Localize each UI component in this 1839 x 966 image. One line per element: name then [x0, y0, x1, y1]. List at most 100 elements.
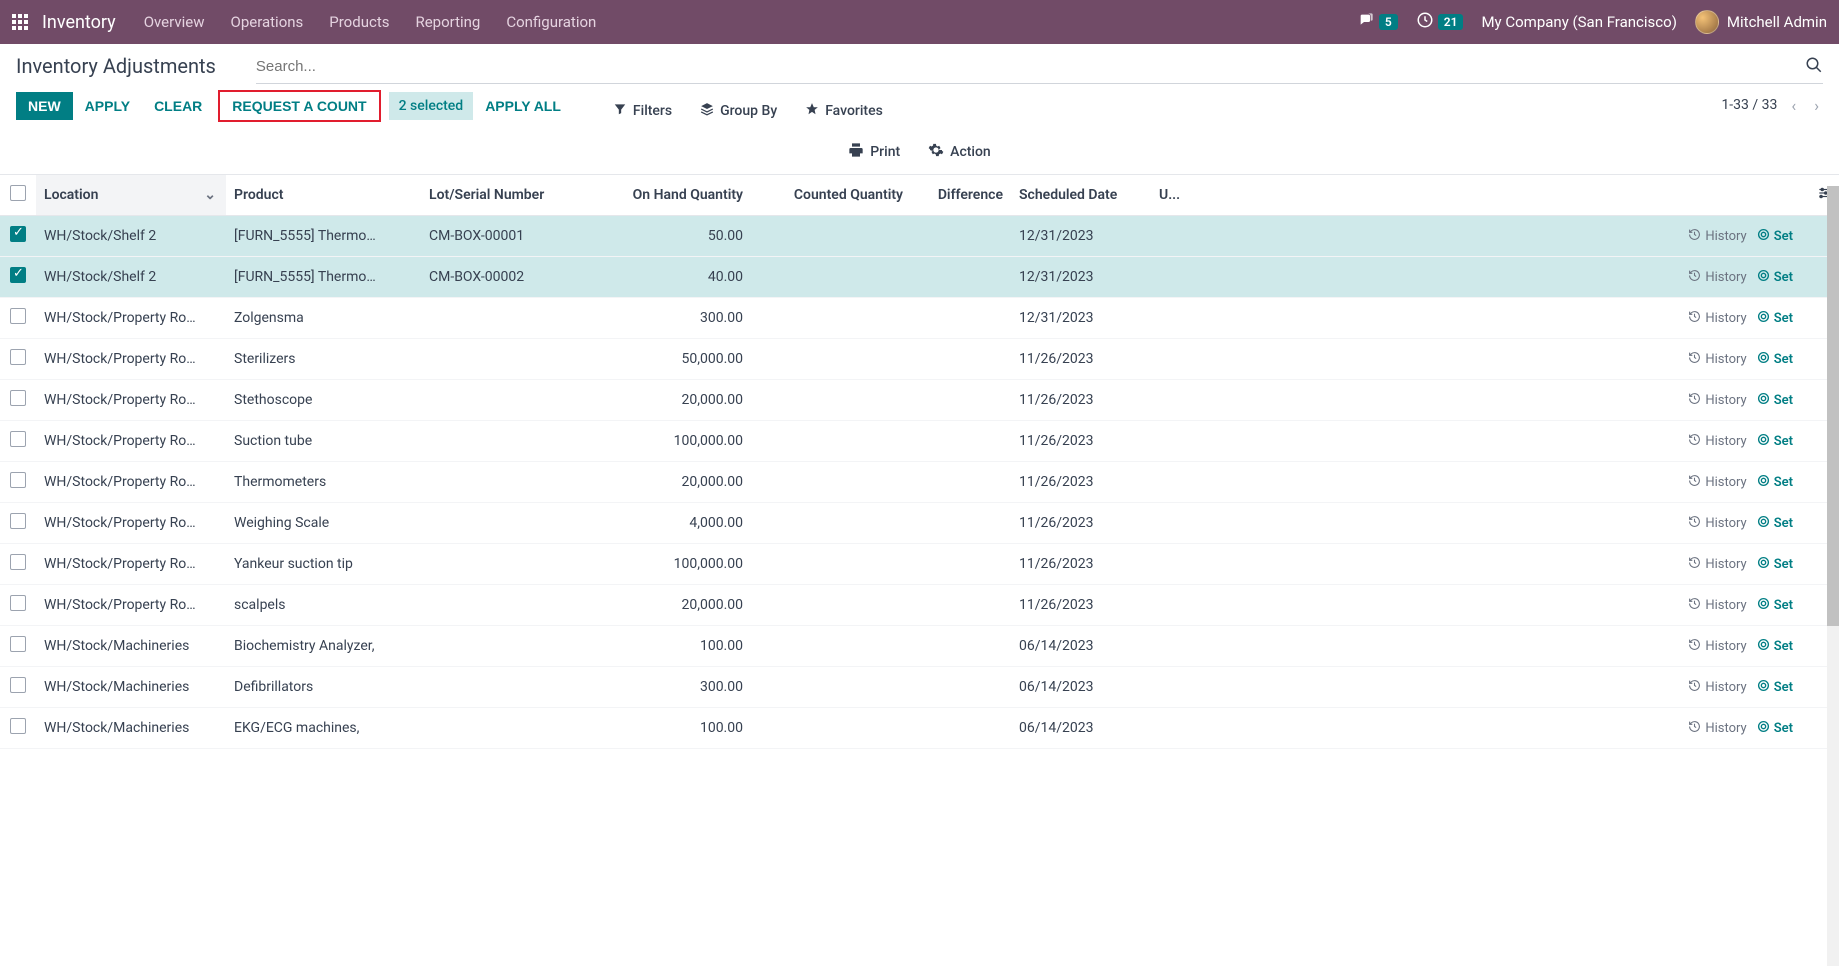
- cell-counted[interactable]: [751, 257, 911, 298]
- cell-location[interactable]: WH/Stock/Machineries: [36, 708, 226, 749]
- row-checkbox[interactable]: [10, 308, 26, 324]
- user-menu[interactable]: Mitchell Admin: [1695, 10, 1827, 34]
- cell-user[interactable]: [1151, 298, 1201, 339]
- cell-scheduled[interactable]: 11/26/2023: [1011, 421, 1151, 462]
- cell-onhand[interactable]: 20,000.00: [601, 380, 751, 421]
- cell-location[interactable]: WH/Stock/Property Ro…: [36, 380, 226, 421]
- cell-location[interactable]: WH/Stock/Shelf 2: [36, 257, 226, 298]
- history-button[interactable]: History: [1688, 556, 1746, 573]
- cell-product[interactable]: Zolgensma: [226, 298, 421, 339]
- nav-reporting[interactable]: Reporting: [415, 13, 480, 31]
- cell-onhand[interactable]: 300.00: [601, 298, 751, 339]
- cell-user[interactable]: [1151, 339, 1201, 380]
- cell-scheduled[interactable]: 12/31/2023: [1011, 257, 1151, 298]
- cell-user[interactable]: [1151, 462, 1201, 503]
- apply-button[interactable]: APPLY: [73, 92, 142, 120]
- history-button[interactable]: History: [1688, 515, 1746, 532]
- table-row[interactable]: WH/Stock/Property Ro…Thermometers20,000.…: [0, 462, 1839, 503]
- set-button[interactable]: Set: [1757, 515, 1793, 532]
- cell-lot[interactable]: CM-BOX-00001: [421, 216, 601, 257]
- filters-button[interactable]: Filters: [613, 102, 672, 120]
- history-button[interactable]: History: [1688, 392, 1746, 409]
- table-row[interactable]: WH/Stock/MachineriesEKG/ECG machines,100…: [0, 708, 1839, 749]
- cell-product[interactable]: Yankeur suction tip: [226, 544, 421, 585]
- row-checkbox[interactable]: [10, 595, 26, 611]
- history-button[interactable]: History: [1688, 679, 1746, 696]
- cell-lot[interactable]: [421, 380, 601, 421]
- company-switcher[interactable]: My Company (San Francisco): [1481, 13, 1676, 31]
- cell-user[interactable]: [1151, 421, 1201, 462]
- table-row[interactable]: WH/Stock/Property Ro…scalpels20,000.0011…: [0, 585, 1839, 626]
- cell-user[interactable]: [1151, 257, 1201, 298]
- row-checkbox[interactable]: [10, 677, 26, 693]
- cell-lot[interactable]: [421, 503, 601, 544]
- table-row[interactable]: WH/Stock/Property Ro…Yankeur suction tip…: [0, 544, 1839, 585]
- history-button[interactable]: History: [1688, 474, 1746, 491]
- cell-location[interactable]: WH/Stock/Property Ro…: [36, 544, 226, 585]
- cell-location[interactable]: WH/Stock/Machineries: [36, 626, 226, 667]
- cell-lot[interactable]: [421, 339, 601, 380]
- cell-onhand[interactable]: 4,000.00: [601, 503, 751, 544]
- cell-location[interactable]: WH/Stock/Shelf 2: [36, 216, 226, 257]
- messaging-menu[interactable]: 5: [1357, 12, 1398, 32]
- cell-product[interactable]: scalpels: [226, 585, 421, 626]
- history-button[interactable]: History: [1688, 433, 1746, 450]
- cell-product[interactable]: [FURN_5555] Thermo…: [226, 216, 421, 257]
- col-scheduled[interactable]: Scheduled Date: [1011, 175, 1151, 216]
- cell-scheduled[interactable]: 06/14/2023: [1011, 626, 1151, 667]
- cell-counted[interactable]: [751, 339, 911, 380]
- cell-lot[interactable]: [421, 667, 601, 708]
- cell-scheduled[interactable]: 12/31/2023: [1011, 298, 1151, 339]
- cell-counted[interactable]: [751, 708, 911, 749]
- set-button[interactable]: Set: [1757, 310, 1793, 327]
- cell-product[interactable]: Defibrillators: [226, 667, 421, 708]
- pager-prev[interactable]: ‹: [1787, 96, 1800, 115]
- cell-product[interactable]: Thermometers: [226, 462, 421, 503]
- cell-scheduled[interactable]: 11/26/2023: [1011, 585, 1151, 626]
- cell-onhand[interactable]: 100,000.00: [601, 421, 751, 462]
- cell-scheduled[interactable]: 11/26/2023: [1011, 503, 1151, 544]
- table-row[interactable]: WH/Stock/Shelf 2[FURN_5555] Thermo…CM-BO…: [0, 257, 1839, 298]
- cell-location[interactable]: WH/Stock/Property Ro…: [36, 503, 226, 544]
- row-checkbox[interactable]: [10, 390, 26, 406]
- table-row[interactable]: WH/Stock/Property Ro…Weighing Scale4,000…: [0, 503, 1839, 544]
- new-button[interactable]: NEW: [16, 92, 73, 120]
- chevron-down-icon[interactable]: ⌄: [204, 187, 216, 203]
- cell-counted[interactable]: [751, 462, 911, 503]
- nav-products[interactable]: Products: [329, 13, 389, 31]
- cell-user[interactable]: [1151, 585, 1201, 626]
- cell-onhand[interactable]: 100,000.00: [601, 544, 751, 585]
- cell-user[interactable]: [1151, 626, 1201, 667]
- cell-lot[interactable]: [421, 544, 601, 585]
- cell-product[interactable]: Biochemistry Analyzer,: [226, 626, 421, 667]
- row-checkbox[interactable]: [10, 472, 26, 488]
- cell-product[interactable]: Sterilizers: [226, 339, 421, 380]
- set-button[interactable]: Set: [1757, 556, 1793, 573]
- row-checkbox[interactable]: [10, 554, 26, 570]
- cell-onhand[interactable]: 40.00: [601, 257, 751, 298]
- cell-counted[interactable]: [751, 544, 911, 585]
- col-onhand[interactable]: On Hand Quantity: [601, 175, 751, 216]
- history-button[interactable]: History: [1688, 720, 1746, 737]
- table-row[interactable]: WH/Stock/Shelf 2[FURN_5555] Thermo…CM-BO…: [0, 216, 1839, 257]
- history-button[interactable]: History: [1688, 597, 1746, 614]
- apps-icon[interactable]: [12, 14, 28, 30]
- row-checkbox[interactable]: [10, 636, 26, 652]
- col-user[interactable]: U...: [1151, 175, 1201, 216]
- table-row[interactable]: WH/Stock/Property Ro…Stethoscope20,000.0…: [0, 380, 1839, 421]
- pager-text[interactable]: 1-33 / 33: [1721, 97, 1777, 113]
- request-count-button[interactable]: REQUEST A COUNT: [218, 90, 380, 122]
- favorites-button[interactable]: Favorites: [805, 102, 883, 120]
- cell-lot[interactable]: [421, 462, 601, 503]
- col-product[interactable]: Product: [226, 175, 421, 216]
- set-button[interactable]: Set: [1757, 269, 1793, 286]
- scrollbar[interactable]: [1827, 186, 1839, 966]
- set-button[interactable]: Set: [1757, 720, 1793, 737]
- col-counted[interactable]: Counted Quantity: [751, 175, 911, 216]
- pager-next[interactable]: ›: [1810, 96, 1823, 115]
- cell-onhand[interactable]: 20,000.00: [601, 462, 751, 503]
- set-button[interactable]: Set: [1757, 679, 1793, 696]
- cell-scheduled[interactable]: 06/14/2023: [1011, 667, 1151, 708]
- cell-product[interactable]: EKG/ECG machines,: [226, 708, 421, 749]
- cell-onhand[interactable]: 50,000.00: [601, 339, 751, 380]
